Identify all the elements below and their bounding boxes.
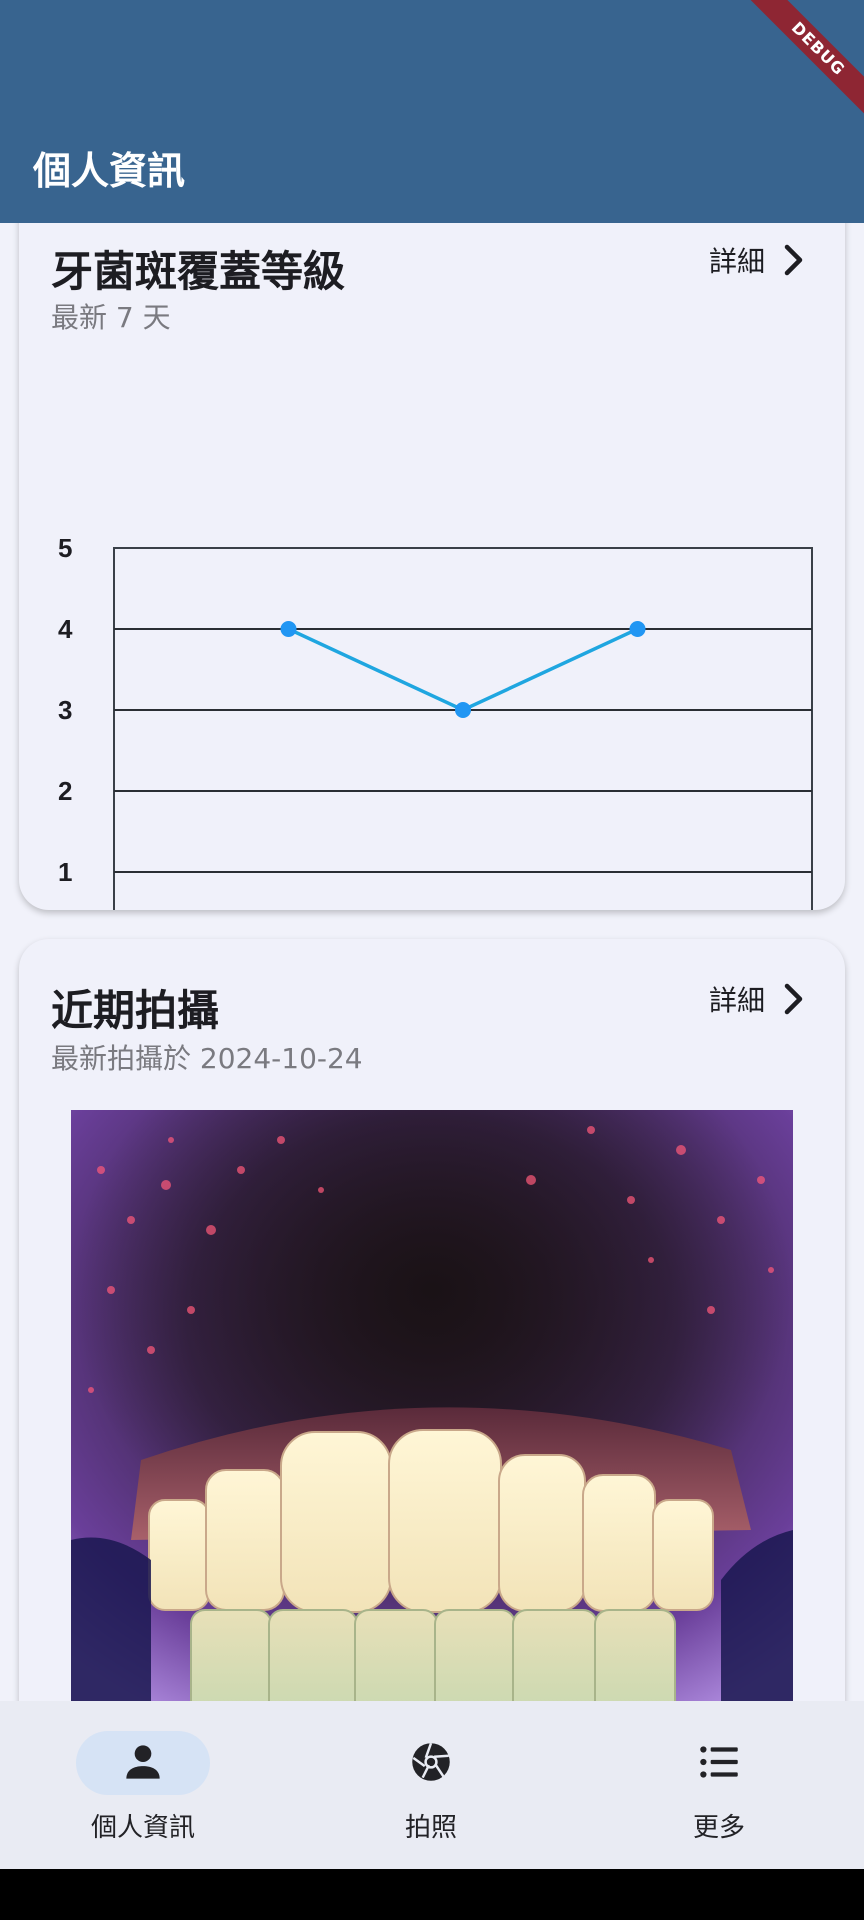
- recent-photo-card: 近期拍攝 最新拍攝於 2024-10-24 詳細: [19, 939, 845, 1701]
- bottom-navigation: 個人資訊 拍照 更多: [0, 1701, 864, 1869]
- teeth-photo-image: [71, 1110, 793, 1701]
- nav-item-profile[interactable]: 個人資訊: [53, 1729, 253, 1859]
- nav-label-camera: 拍照: [404, 1813, 457, 1843]
- nav-label-profile: 個人資訊: [90, 1813, 195, 1843]
- app-bar: 個人資訊: [0, 0, 864, 223]
- recent-detail-button[interactable]: 詳細: [709, 979, 805, 1019]
- plaque-card: 牙菌斑覆蓋等級 最新 7 天 詳細 01234510/2210/2310/24: [19, 223, 845, 910]
- scroll-content[interactable]: 牙菌斑覆蓋等級 最新 7 天 詳細 01234510/2210/2310/24 …: [0, 223, 864, 1701]
- chart-y-tick-label: 4: [58, 614, 73, 644]
- plaque-line-chart: 01234510/2210/2310/24: [58, 533, 813, 910]
- latest-teeth-photo[interactable]: [71, 1110, 793, 1701]
- chart-y-tick-label: 1: [58, 857, 72, 887]
- page-title: 個人資訊: [33, 149, 186, 193]
- chart-y-tick-label: 3: [58, 695, 72, 725]
- chart-plot-border: [113, 547, 813, 910]
- nav-item-camera[interactable]: 拍照: [341, 1729, 541, 1859]
- chart-data-point: [280, 621, 297, 637]
- recent-card-title: 近期拍攝: [51, 986, 220, 1035]
- recent-card-subtitle: 最新拍攝於 2024-10-24: [51, 1042, 363, 1075]
- chart-series-line: [287, 627, 639, 712]
- chart-data-point: [455, 702, 471, 718]
- chart-y-tick-label: 2: [58, 776, 72, 806]
- chevron-right-icon: [784, 983, 803, 1015]
- person-icon: [126, 1745, 160, 1779]
- camera-shutter-icon: [412, 1742, 450, 1781]
- system-navigation-bar: [0, 1869, 864, 1920]
- nav-label-more: 更多: [692, 1813, 745, 1843]
- list-icon: [700, 1746, 738, 1778]
- chart-y-tick-label: 5: [58, 533, 72, 563]
- nav-item-more[interactable]: 更多: [629, 1729, 829, 1859]
- chart-data-point: [629, 621, 646, 637]
- recent-detail-label: 詳細: [708, 984, 765, 1017]
